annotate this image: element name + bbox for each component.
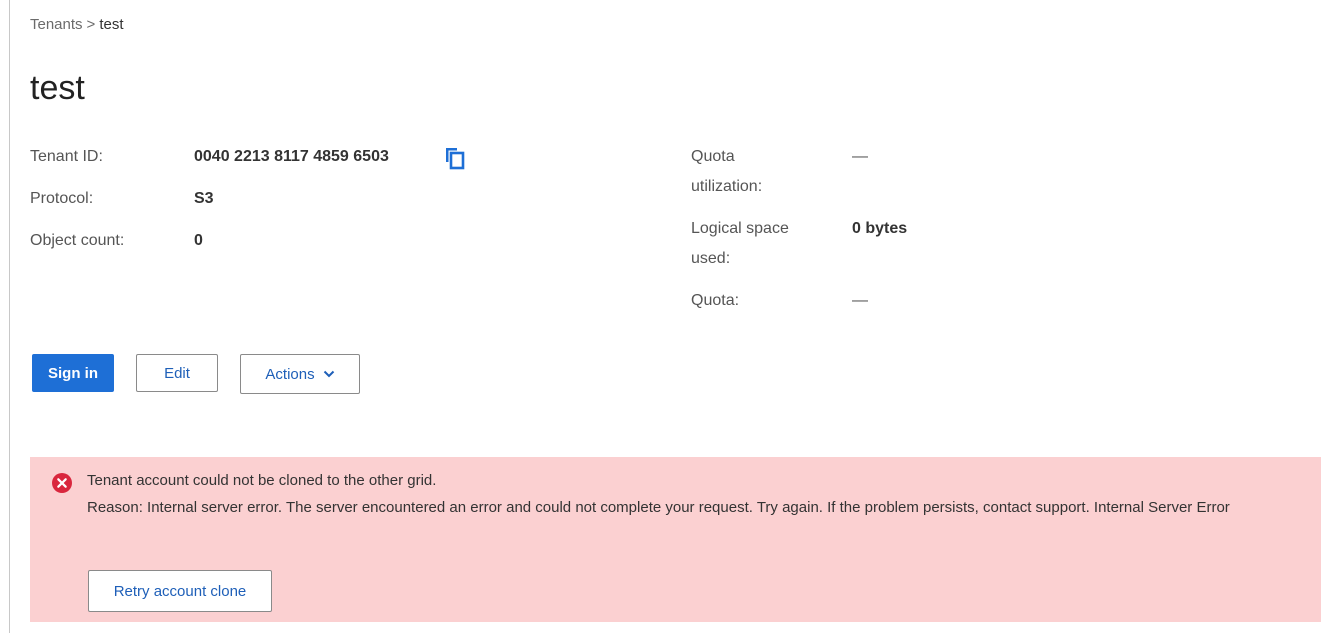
edit-button[interactable]: Edit (136, 354, 218, 392)
tenant-detail-panel: Tenants > test test Tenant ID: 0040 2213 8… (9, 0, 1338, 633)
logical-space-used-label: Logical space used: (691, 214, 789, 274)
alert-reason: Reason: Internal server error. The serve… (87, 499, 1230, 516)
quota-utilization-label-line2: utilization: (691, 178, 763, 195)
object-count-value: 0 (194, 232, 203, 249)
chevron-down-icon (323, 370, 334, 378)
tenant-id-label: Tenant ID: (30, 148, 103, 165)
logical-space-used-value: 0 bytes (852, 220, 908, 237)
logical-space-used-label-line2: used: (691, 250, 731, 267)
breadcrumb: Tenants > test (30, 16, 124, 33)
sign-in-button[interactable]: Sign in (32, 354, 114, 392)
tenant-id-value: 0040 2213 8117 4859 6503 (194, 148, 389, 165)
error-circle-icon (52, 473, 72, 493)
protocol-value: S3 (194, 190, 214, 207)
breadcrumb-current: test (99, 16, 124, 33)
actions-dropdown-button[interactable]: Actions (240, 354, 360, 394)
page-title: test (30, 69, 85, 107)
object-count-label: Object count: (30, 232, 125, 249)
quota-utilization-value: — (852, 148, 868, 165)
quota-label: Quota: (691, 292, 740, 309)
alert-title: Tenant account could not be cloned to th… (87, 472, 437, 489)
retry-account-clone-button[interactable]: Retry account clone (88, 570, 272, 612)
quota-utilization-label: Quota utilization: (691, 142, 762, 202)
logical-space-used-label-line1: Logical space (691, 220, 789, 237)
quota-value: — (852, 292, 868, 309)
copy-icon[interactable] (443, 146, 467, 170)
breadcrumb-link-tenants[interactable]: Tenants (30, 16, 83, 33)
breadcrumb-separator: > (86, 16, 96, 33)
clone-error-alert: Tenant account could not be cloned to th… (30, 457, 1321, 622)
actions-button-label: Actions (265, 365, 315, 383)
quota-utilization-label-line1: Quota (691, 148, 735, 165)
protocol-label: Protocol: (30, 190, 94, 207)
